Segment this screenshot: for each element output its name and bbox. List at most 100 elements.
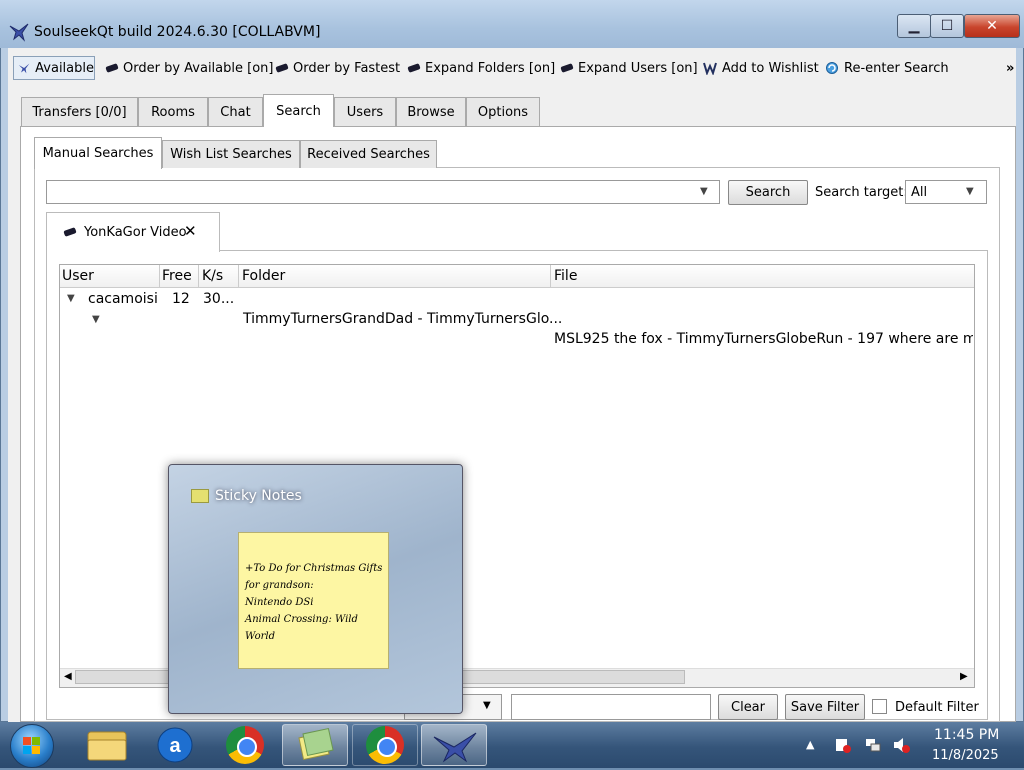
note-line: World [245, 631, 275, 642]
taskbar-chrome-button[interactable] [352, 724, 418, 766]
flag-tile [23, 737, 31, 745]
expand-folders-label: Expand Folders [on] [425, 60, 556, 76]
tray-expand-icon[interactable]: ▲ [806, 738, 814, 751]
note-line: for grandson: [245, 580, 314, 591]
sticky-notes-title: Sticky Notes [215, 488, 302, 504]
column-header-user[interactable]: User [62, 268, 94, 284]
file-explorer-icon [87, 731, 127, 761]
row-free: 12 [172, 291, 190, 307]
taskbar-aim-button[interactable]: a [142, 724, 208, 766]
note-line: +To Do for Christmas Gifts [245, 563, 383, 574]
available-status-button[interactable]: Available [13, 56, 95, 80]
filter-input[interactable] [511, 694, 711, 720]
window-title: SoulseekQt build 2024.6.30 [COLLABVM] [34, 24, 321, 40]
note-line: Nintendo DSi [245, 597, 314, 608]
flag-tile [32, 746, 40, 754]
order-by-available-button[interactable]: Order by Available [on] [105, 56, 274, 80]
column-separator[interactable] [550, 265, 551, 287]
action-center-icon[interactable] [834, 736, 852, 754]
note-line: Animal Crossing: Wild [245, 614, 358, 625]
search-target-label: Search target: [815, 185, 908, 200]
order-by-fastest-button[interactable]: Order by Fastest [275, 56, 400, 80]
tab-options[interactable]: Options [466, 97, 540, 126]
chrome-icon [226, 726, 264, 764]
column-header-file[interactable]: File [554, 268, 577, 284]
taskbar-soulseek-button[interactable] [421, 724, 487, 766]
row-folder[interactable]: TimmyTurnersGrandDad - TimmyTurnersGlo..… [243, 311, 562, 327]
taskbar-chrome-button[interactable] [212, 724, 278, 766]
aim-icon: a [157, 727, 193, 763]
minimize-button[interactable]: ▁ [897, 14, 931, 38]
row-speed: 30... [203, 291, 235, 307]
network-icon[interactable] [864, 736, 882, 754]
soulseek-icon [433, 732, 477, 763]
search-target-select[interactable]: All [905, 180, 987, 204]
subtab-manual-searches[interactable]: Manual Searches [34, 137, 162, 169]
column-header-free[interactable]: Free [162, 268, 192, 284]
chrome-icon [366, 726, 404, 764]
sticky-note[interactable]: +To Do for Christmas Gifts for grandson:… [238, 532, 389, 669]
chevron-down-icon[interactable]: ▼ [700, 186, 708, 197]
pen-icon [560, 63, 574, 73]
column-separator[interactable] [238, 265, 239, 287]
tab-browse[interactable]: Browse [396, 97, 466, 126]
pen-icon [407, 63, 421, 73]
reenter-search-label: Re-enter Search [844, 60, 949, 76]
subtab-wish-list-searches[interactable]: Wish List Searches [162, 140, 300, 168]
column-header-folder[interactable]: Folder [242, 268, 285, 284]
clock-time[interactable]: 11:45 PM [934, 727, 999, 743]
save-filter-button[interactable]: Save Filter [785, 694, 865, 720]
reenter-search-button[interactable]: Re-enter Search [825, 56, 949, 80]
column-separator[interactable] [198, 265, 199, 287]
default-filter-label: Default Filter [895, 700, 979, 715]
soulseek-bird-icon [9, 23, 29, 42]
tab-transfers[interactable]: Transfers [0/0] [21, 97, 138, 126]
svg-text:a: a [169, 735, 181, 757]
wishlist-icon [703, 62, 717, 75]
column-header-speed[interactable]: K/s [202, 268, 223, 284]
order-by-available-label: Order by Available [on] [123, 60, 274, 76]
default-filter-checkbox[interactable] [872, 699, 887, 714]
pen-icon [275, 63, 289, 73]
chevron-down-icon[interactable]: ▼ [966, 186, 974, 197]
sticky-notes-icon [191, 489, 209, 503]
refresh-icon [826, 62, 838, 74]
clear-button[interactable]: Clear [718, 694, 778, 720]
volume-muted-icon[interactable] [892, 736, 910, 754]
flag-tile [23, 746, 31, 754]
search-input[interactable] [46, 180, 720, 204]
close-tab-icon[interactable]: ✕ [184, 222, 197, 240]
expand-folders-button[interactable]: Expand Folders [on] [407, 56, 556, 80]
close-button[interactable]: ✕ [964, 14, 1020, 38]
flag-tile [32, 737, 40, 745]
row-user[interactable]: cacamoisi [88, 291, 158, 307]
toolbar-overflow-button[interactable]: » [1006, 56, 1014, 80]
expand-users-label: Expand Users [on] [578, 60, 698, 76]
windows-start-orb-icon[interactable] [10, 724, 54, 768]
row-file[interactable]: MSL925 the fox - TimmyTurnersGlobeRun - … [554, 331, 973, 347]
add-to-wishlist-button[interactable]: Add to Wishlist [703, 56, 819, 80]
available-label: Available [35, 60, 94, 76]
tab-rooms[interactable]: Rooms [138, 97, 208, 126]
chevron-down-icon[interactable]: ▼ [483, 700, 491, 711]
expand-users-button[interactable]: Expand Users [on] [560, 56, 698, 80]
expand-arrow-icon[interactable]: ▼ [67, 293, 75, 304]
tab-search[interactable]: Search [263, 94, 334, 127]
column-separator[interactable] [159, 265, 160, 287]
maximize-button[interactable]: ☐ [930, 14, 964, 38]
search-button[interactable]: Search [728, 180, 808, 205]
add-to-wishlist-label: Add to Wishlist [722, 60, 819, 76]
soulseek-bird-icon [18, 63, 30, 74]
result-tab-label: YonKaGor Video [84, 225, 187, 240]
taskbar-sticky-notes-button[interactable] [282, 724, 348, 766]
taskbar-explorer-button[interactable] [74, 724, 140, 766]
scroll-left-icon[interactable]: ◀ [64, 671, 72, 682]
subtab-received-searches[interactable]: Received Searches [300, 140, 437, 168]
tab-users[interactable]: Users [334, 97, 396, 126]
sticky-notes-icon [298, 727, 334, 761]
expand-arrow-icon[interactable]: ▼ [92, 314, 100, 325]
pen-icon [105, 63, 119, 73]
clock-date[interactable]: 11/8/2025 [932, 748, 999, 763]
tab-chat[interactable]: Chat [208, 97, 263, 126]
scroll-right-icon[interactable]: ▶ [960, 671, 968, 682]
